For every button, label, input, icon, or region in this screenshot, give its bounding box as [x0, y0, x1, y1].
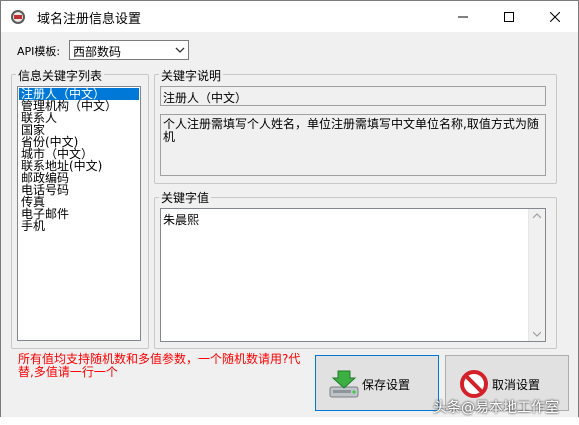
save-download-icon — [329, 370, 359, 398]
keyword-list-item[interactable]: 手机 — [19, 220, 139, 232]
background-strip — [0, 417, 579, 425]
minimize-button[interactable] — [440, 1, 486, 32]
keyword-name-value: 注册人（中文） — [163, 91, 248, 105]
scroll-down-icon[interactable] — [533, 331, 541, 337]
keyword-description-field: 个人注册需填写个人姓名，单位注册需填写中文单位名称,取值方式为随机 — [160, 114, 546, 176]
save-button[interactable]: 保存设置 — [315, 355, 439, 411]
save-button-label: 保存设置 — [362, 378, 411, 392]
settings-window: 域名注册信息设置 API模板: 西部数码 信息关键字列表 注册人（中文）管理机 — [0, 0, 579, 419]
close-button[interactable] — [532, 1, 578, 32]
keyword-value-legend: 关键字值 — [159, 189, 212, 206]
app-icon — [11, 10, 25, 24]
keyword-items: 注册人（中文） 管理机构（中文） 联系人 国家 省份(中文) 城市（中文） 联系地址(中文)… — [18, 87, 140, 233]
maximize-button[interactable] — [486, 1, 532, 32]
template-label: API模板: — [17, 45, 61, 58]
template-selected-value: 西部数码 — [73, 45, 122, 59]
close-icon — [550, 11, 560, 22]
scroll-up-icon[interactable] — [533, 213, 541, 219]
watermark-text: 头条@易本地工作室 — [433, 400, 559, 416]
cancel-prohibited-icon — [460, 370, 488, 398]
minimize-icon — [458, 16, 468, 17]
value-scrollbar[interactable] — [528, 209, 545, 341]
keyword-list-legend: 信息关键字列表 — [16, 67, 105, 84]
window-title: 域名注册信息设置 — [37, 12, 142, 27]
template-select[interactable]: 西部数码 — [69, 40, 189, 60]
cancel-button-label: 取消设置 — [492, 378, 541, 392]
keyword-value-text: 朱晨熙 — [163, 213, 200, 227]
keyword-name-field: 注册人（中文） — [160, 86, 546, 106]
chevron-down-icon — [175, 47, 185, 53]
keyword-description-text: 个人注册需填写个人姓名，单位注册需填写中文单位名称,取值方式为随机 — [163, 117, 539, 144]
maximize-icon — [504, 11, 514, 22]
notice-text: 所有值均支持随机数和多值参数，一个随机数请用?代替,多值请一行一个 — [18, 352, 301, 379]
title-bar[interactable]: 域名注册信息设置 — [1, 1, 578, 32]
keyword-desc-legend: 关键字说明 — [159, 67, 224, 84]
keyword-listbox[interactable]: 注册人（中文） 管理机构（中文） 联系人 国家 省份(中文) 城市（中文） 联系地址(中文)… — [17, 86, 141, 341]
keyword-value-input[interactable]: 朱晨熙 — [160, 208, 546, 342]
